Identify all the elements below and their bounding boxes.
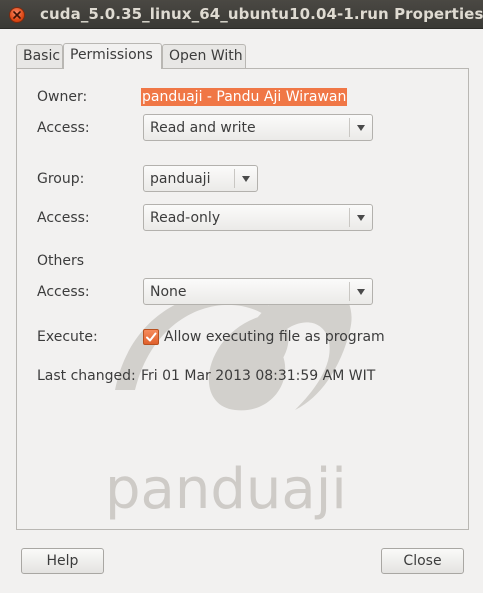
close-button[interactable]: Close	[381, 548, 464, 574]
execute-label: Execute:	[37, 329, 98, 345]
close-icon	[13, 11, 21, 19]
execute-checkbox[interactable]	[143, 329, 159, 345]
tab-basic[interactable]: Basic	[16, 44, 63, 68]
group-dropdown[interactable]: panduaji	[143, 165, 258, 192]
tab-open-with[interactable]: Open With	[162, 44, 246, 68]
title-bar: cuda_5.0.35_linux_64_ubuntu10.04-1.run P…	[0, 0, 483, 29]
dropdown-arrow-icon	[357, 125, 365, 131]
dropdown-arrow-icon	[242, 176, 250, 182]
group-value: panduaji	[150, 171, 211, 187]
last-changed-label: Last changed:	[37, 368, 136, 384]
panduaji-watermark-logo: panduaji	[105, 279, 352, 522]
owner-label: Owner:	[37, 89, 88, 105]
others-access-label: Access:	[37, 284, 90, 300]
window-title: cuda_5.0.35_linux_64_ubuntu10.04-1.run P…	[40, 5, 483, 23]
others-heading: Others	[37, 253, 85, 269]
group-access-label: Access:	[37, 210, 90, 226]
dropdown-arrow-icon	[357, 215, 365, 221]
dropdown-arrow-icon	[357, 289, 365, 295]
owner-value[interactable]: panduaji - Pandu Aji Wirawan	[141, 88, 348, 106]
others-access-value: None	[150, 284, 187, 300]
watermark-text: panduaji	[105, 457, 347, 522]
checkmark-icon	[146, 332, 157, 342]
last-changed-value: Fri 01 Mar 2013 08:31:59 AM WIT	[141, 368, 376, 384]
group-access-value: Read-only	[150, 210, 221, 226]
group-label: Group:	[37, 171, 85, 187]
owner-access-dropdown[interactable]: Read and write	[143, 114, 373, 141]
owner-access-value: Read and write	[150, 120, 256, 136]
execute-checkbox-label[interactable]: Allow executing file as program	[164, 329, 385, 345]
others-access-dropdown[interactable]: None	[143, 278, 373, 305]
group-access-dropdown[interactable]: Read-only	[143, 204, 373, 231]
window-close-button[interactable]	[9, 7, 25, 23]
help-button[interactable]: Help	[21, 548, 104, 574]
owner-access-label: Access:	[37, 120, 90, 136]
tab-permissions[interactable]: Permissions	[63, 43, 162, 69]
